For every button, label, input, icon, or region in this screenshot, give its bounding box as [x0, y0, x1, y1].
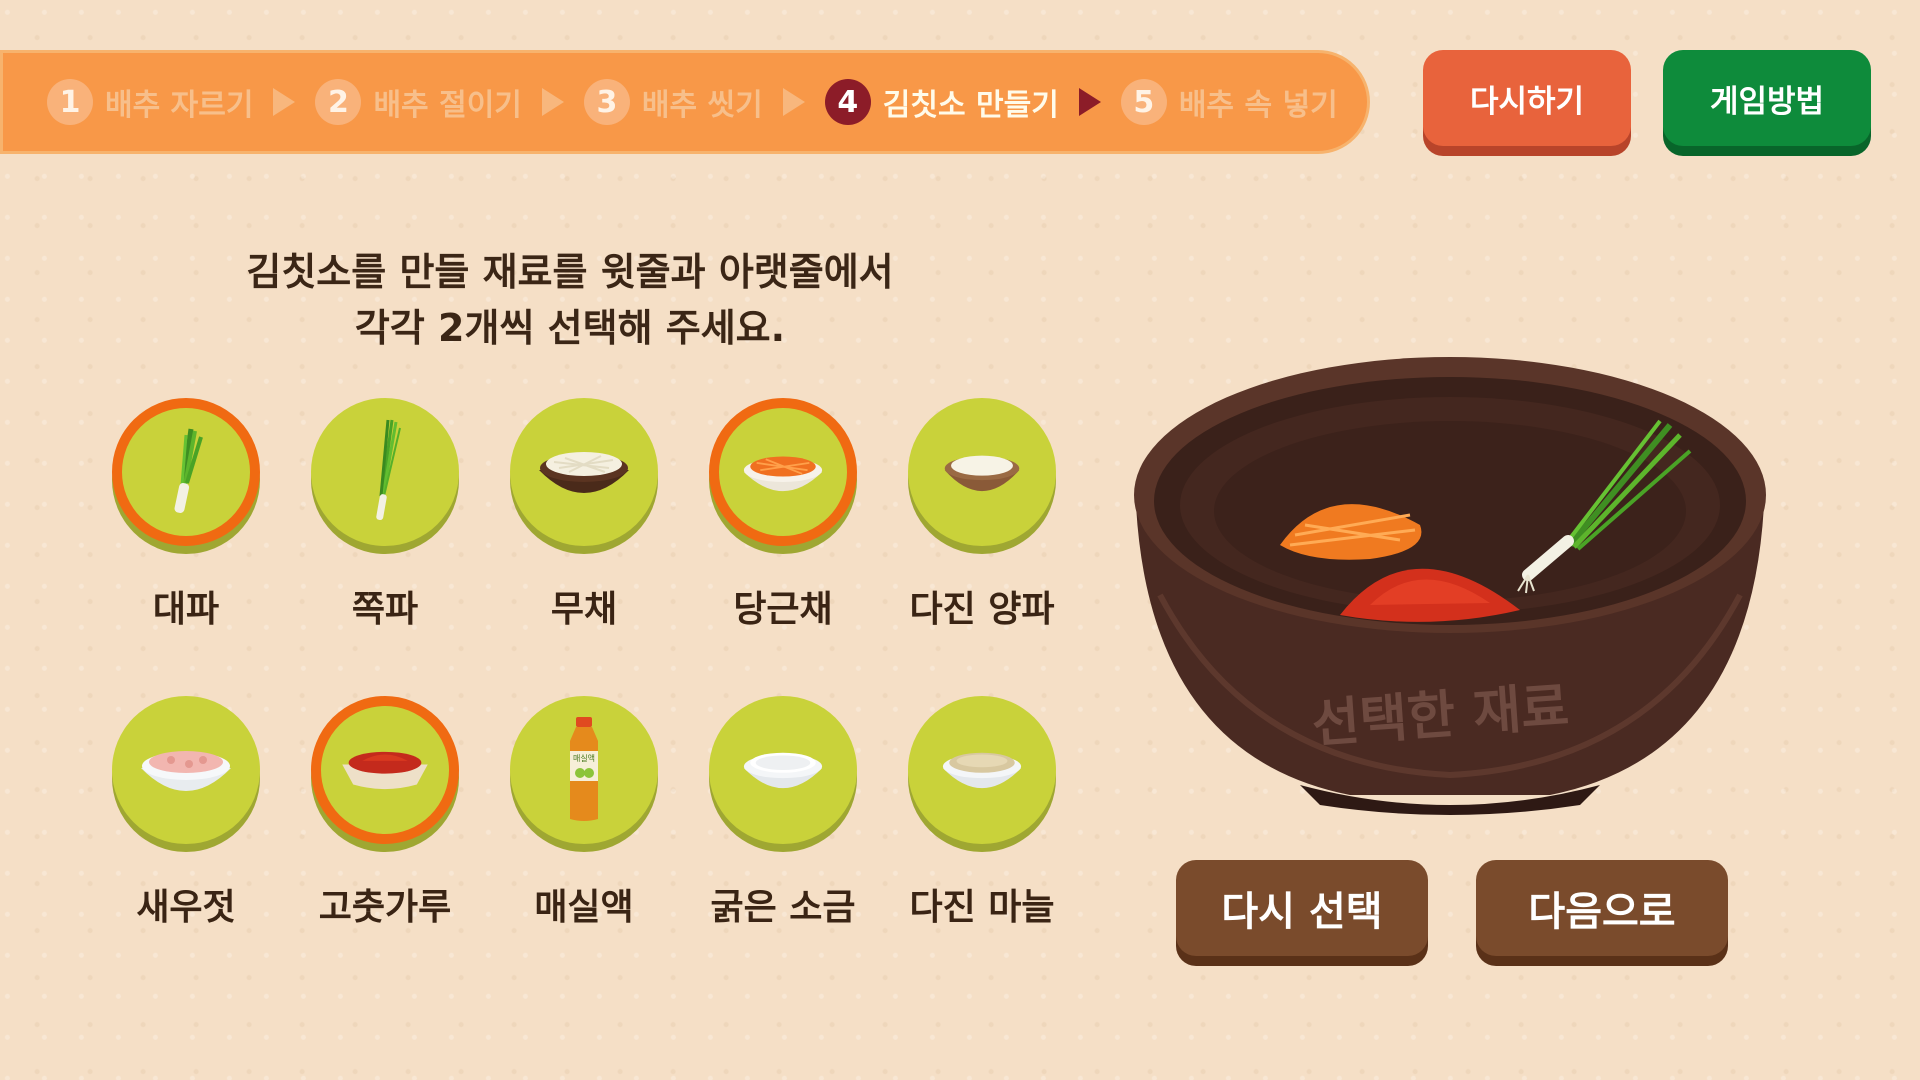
minced-garlic-icon — [942, 752, 1022, 789]
minced-onion-icon — [944, 455, 1020, 492]
red-pepper-powder-icon — [342, 751, 428, 790]
step-label: 배추 속 넣기 — [1178, 88, 1338, 123]
step-1: 1 배추 자르기 — [47, 79, 253, 125]
step-label: 김칫소 만들기 — [882, 88, 1059, 123]
ingredient-label: 무채 — [550, 589, 618, 630]
ingredient-chive[interactable]: 쪽파 — [305, 398, 465, 632]
how-to-play-button[interactable]: 게임방법 — [1663, 50, 1871, 146]
ingredient-minced-onion[interactable]: 다진 양파 — [902, 398, 1062, 632]
step-number: 5 — [1120, 79, 1167, 125]
ingredient-label: 고춧가루 — [318, 887, 452, 928]
ingredient-button[interactable] — [311, 696, 459, 844]
ingredient-label: 당근채 — [733, 589, 833, 630]
ingredient-label: 다진 양파 — [909, 589, 1055, 630]
ingredient-coarse-salt[interactable]: 굵은 소금 — [703, 696, 863, 930]
ingredient-green-onion[interactable]: 대파 — [106, 398, 266, 632]
step-5: 5 배추 속 넣기 — [1120, 79, 1338, 125]
ingredient-button[interactable] — [112, 696, 260, 844]
instruction-line-1: 김칫소를 만들 재료를 윗줄과 아랫줄에서 — [246, 250, 894, 294]
ingredient-label: 굵은 소금 — [710, 887, 856, 928]
instruction-line-2: 각각 2개씩 선택해 주세요. — [354, 306, 786, 350]
step-2: 2 배추 절이기 — [315, 79, 522, 125]
step-arrow-icon — [1078, 88, 1101, 116]
reselect-button[interactable]: 다시 선택 — [1176, 860, 1428, 956]
selected-ingredients-bowl: 선택한 재료 — [1130, 355, 1770, 815]
ingredient-button[interactable]: 매실액 — [510, 696, 658, 844]
next-button[interactable]: 다음으로 — [1476, 860, 1728, 956]
ingredient-carrot-strips[interactable]: 당근채 — [703, 398, 863, 632]
chive-icon — [376, 419, 401, 521]
step-number: 2 — [315, 79, 362, 125]
step-3: 3 배추 씻기 — [583, 79, 763, 125]
radish-strips-icon — [539, 452, 629, 493]
ingredient-button[interactable] — [112, 398, 260, 546]
ingredient-button[interactable] — [908, 398, 1056, 546]
ingredient-label: 쪽파 — [351, 589, 419, 630]
step-label: 배추 씻기 — [641, 88, 763, 123]
ingredient-salted-shrimp[interactable]: 새우젓 — [106, 696, 266, 930]
step-number: 1 — [47, 79, 93, 125]
step-arrow-icon — [273, 88, 296, 116]
ingredient-button[interactable] — [709, 696, 857, 844]
step-label: 배추 자르기 — [105, 88, 254, 123]
ingredient-button[interactable] — [709, 398, 857, 546]
progress-bar: 1 배추 자르기 2 배추 절이기 3 배추 씻기 4 김칫소 만들기 5 배추… — [0, 50, 1370, 154]
plum-extract-bottle-icon: 매실액 — [570, 717, 598, 821]
step-arrow-icon — [541, 88, 564, 116]
salted-shrimp-icon — [141, 751, 231, 791]
green-onion-icon — [174, 428, 203, 513]
ingredient-button[interactable] — [908, 696, 1056, 844]
ingredient-red-pepper-powder[interactable]: 고춧가루 — [305, 696, 465, 930]
bottle-label: 매실액 — [573, 753, 595, 763]
ingredient-button[interactable] — [311, 398, 459, 546]
ingredient-label: 다진 마늘 — [909, 887, 1055, 928]
step-arrow-icon — [782, 88, 805, 116]
step-number: 3 — [583, 79, 630, 125]
step-number: 4 — [824, 79, 871, 125]
ingredient-plum-extract[interactable]: 매실액 매실액 — [504, 696, 664, 930]
ingredient-button[interactable] — [510, 398, 658, 546]
ingredient-label: 대파 — [152, 589, 220, 630]
ingredient-label: 매실액 — [534, 887, 634, 928]
instruction-text: 김칫소를 만들 재료를 윗줄과 아랫줄에서 각각 2개씩 선택해 주세요. — [170, 244, 970, 356]
step-4-current: 4 김칫소 만들기 — [824, 79, 1059, 125]
carrot-strips-icon — [743, 456, 823, 492]
ingredient-radish-strips[interactable]: 무채 — [504, 398, 664, 632]
ingredient-minced-garlic[interactable]: 다진 마늘 — [902, 696, 1062, 930]
ingredient-label: 새우젓 — [136, 887, 236, 928]
retry-button[interactable]: 다시하기 — [1423, 50, 1631, 146]
step-label: 배추 절이기 — [373, 88, 522, 123]
coarse-salt-icon — [743, 752, 823, 789]
